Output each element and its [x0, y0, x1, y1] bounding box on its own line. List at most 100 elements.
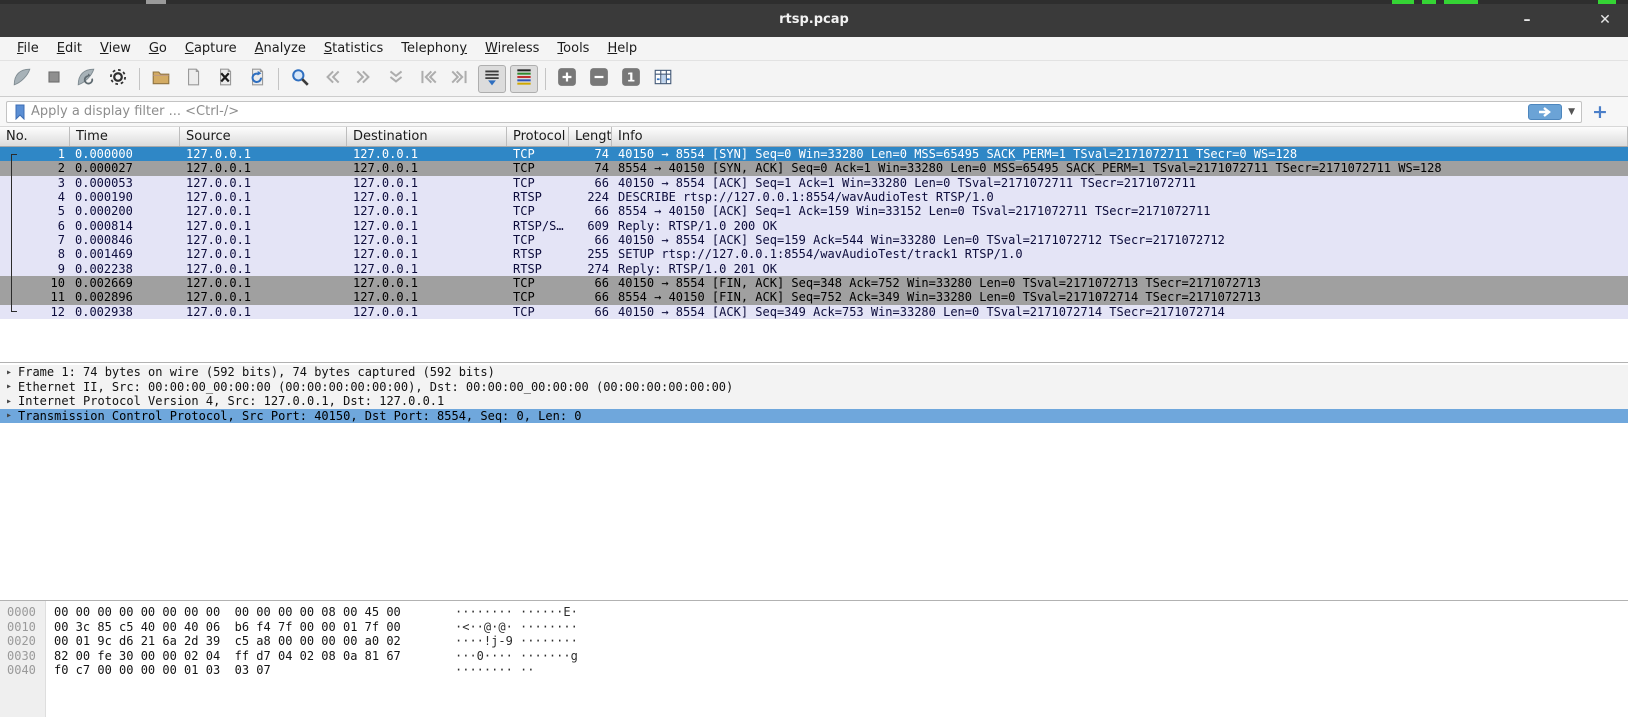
- column-header-time[interactable]: Time: [70, 127, 180, 146]
- cell-info: 40150 → 8554 [FIN, ACK] Seq=348 Ack=752 …: [612, 276, 1628, 290]
- auto-scroll-button[interactable]: [478, 65, 506, 93]
- save-file-button[interactable]: [179, 65, 207, 93]
- zoom-in-button[interactable]: [553, 65, 581, 93]
- cell-protocol: TCP: [507, 204, 569, 218]
- column-header-no[interactable]: No.: [0, 127, 70, 146]
- cell-destination: 127.0.0.1: [347, 305, 507, 319]
- reload-file-button[interactable]: [243, 65, 271, 93]
- hex-row[interactable]: 002000 01 9c d6 21 6a 2d 39 c5 a8 00 00 …: [0, 634, 1628, 649]
- cell-info: 8554 → 40150 [ACK] Seq=1 Ack=159 Win=331…: [612, 204, 1628, 218]
- file-reload-icon: [247, 67, 267, 91]
- minimize-button[interactable]: –: [1514, 10, 1540, 30]
- go-back-button[interactable]: [318, 65, 346, 93]
- packet-row[interactable]: 10.000000127.0.0.1127.0.0.1TCP7440150 → …: [0, 147, 1628, 161]
- column-header-length[interactable]: Length: [569, 127, 612, 146]
- shark-fin-icon: [12, 67, 32, 91]
- expand-arrow-icon[interactable]: ▸: [0, 410, 18, 421]
- autoscroll-icon: [482, 67, 502, 91]
- apply-filter-button[interactable]: [1528, 104, 1562, 120]
- packet-row[interactable]: 90.002238127.0.0.1127.0.0.1RTSP274Reply:…: [0, 262, 1628, 276]
- cell-source: 127.0.0.1: [180, 219, 347, 233]
- hex-offset: 0040: [0, 663, 46, 678]
- hex-bytes: f0 c7 00 00 00 00 01 03 03 07: [54, 663, 449, 678]
- menu-statistics[interactable]: Statistics: [315, 38, 392, 59]
- cell-info: 40150 → 8554 [ACK] Seq=159 Ack=544 Win=3…: [612, 233, 1628, 247]
- cell-time: 0.002669: [70, 276, 180, 290]
- packet-row[interactable]: 50.000200127.0.0.1127.0.0.1TCP668554 → 4…: [0, 204, 1628, 218]
- go-forward-button[interactable]: [350, 65, 378, 93]
- display-filter-input[interactable]: [31, 104, 1528, 119]
- close-file-button[interactable]: [211, 65, 239, 93]
- menu-tools[interactable]: Tools: [548, 38, 598, 59]
- go-to-packet-button[interactable]: [382, 65, 410, 93]
- cell-source: 127.0.0.1: [180, 233, 347, 247]
- packet-row[interactable]: 40.000190127.0.0.1127.0.0.1RTSP224DESCRI…: [0, 190, 1628, 204]
- packet-row[interactable]: 20.000027127.0.0.1127.0.0.1TCP748554 → 4…: [0, 161, 1628, 175]
- find-packet-button[interactable]: [286, 65, 314, 93]
- hex-offset: 0000: [0, 605, 46, 620]
- detail-row[interactable]: ▸Ethernet II, Src: 00:00:00_00:00:00 (00…: [0, 380, 1628, 395]
- zoom-100-button[interactable]: 1: [617, 65, 645, 93]
- hex-row[interactable]: 001000 3c 85 c5 40 00 40 06 b6 f4 7f 00 …: [0, 620, 1628, 635]
- colorize-packets-button[interactable]: [510, 65, 538, 93]
- cell-protocol: TCP: [507, 233, 569, 247]
- expand-arrow-icon[interactable]: ▸: [0, 381, 18, 392]
- restart-capture-button[interactable]: [72, 65, 100, 93]
- detail-row[interactable]: ▸Transmission Control Protocol, Src Port…: [0, 409, 1628, 424]
- column-header-info[interactable]: Info: [612, 127, 1628, 146]
- column-header-source[interactable]: Source: [180, 127, 347, 146]
- add-filter-button-icon[interactable]: +: [1592, 102, 1608, 122]
- packet-row[interactable]: 60.000814127.0.0.1127.0.0.1RTSP/S…609Rep…: [0, 219, 1628, 233]
- hex-row[interactable]: 003082 00 fe 30 00 00 02 04 ff d7 04 02 …: [0, 649, 1628, 664]
- cell-destination: 127.0.0.1: [347, 147, 507, 161]
- detail-row[interactable]: ▸Frame 1: 74 bytes on wire (592 bits), 7…: [0, 365, 1628, 380]
- expand-arrow-icon[interactable]: ▸: [0, 367, 18, 378]
- cell-length: 224: [569, 190, 612, 204]
- filter-bookmark-icon[interactable]: [13, 104, 27, 120]
- capture-options-button[interactable]: [104, 65, 132, 93]
- packet-row[interactable]: 80.001469127.0.0.1127.0.0.1RTSP255SETUP …: [0, 247, 1628, 261]
- detail-row[interactable]: ▸Internet Protocol Version 4, Src: 127.0…: [0, 394, 1628, 409]
- toolbar-separator: [278, 68, 279, 90]
- stop-capture-button[interactable]: [40, 65, 68, 93]
- menu-go[interactable]: Go: [140, 38, 176, 59]
- last-packet-button[interactable]: [446, 65, 474, 93]
- packet-row[interactable]: 100.002669127.0.0.1127.0.0.1TCP6640150 →…: [0, 276, 1628, 290]
- menu-edit[interactable]: Edit: [48, 38, 91, 59]
- zoom-one-icon: 1: [621, 67, 641, 91]
- chevrons-down-icon: [386, 67, 406, 91]
- menu-telephony[interactable]: Telephony: [392, 38, 476, 59]
- packet-row[interactable]: 110.002896127.0.0.1127.0.0.1TCP668554 → …: [0, 290, 1628, 304]
- cell-source: 127.0.0.1: [180, 290, 347, 304]
- menu-view[interactable]: View: [91, 38, 140, 59]
- cell-destination: 127.0.0.1: [347, 262, 507, 276]
- packet-row[interactable]: 30.000053127.0.0.1127.0.0.1TCP6640150 → …: [0, 176, 1628, 190]
- column-header-protocol[interactable]: Protocol: [507, 127, 569, 146]
- expand-arrow-icon[interactable]: ▸: [0, 396, 18, 407]
- close-button[interactable]: ✕: [1592, 10, 1618, 30]
- hex-dump-pane: 000000 00 00 00 00 00 00 00 00 00 00 00 …: [0, 601, 1628, 717]
- packet-row[interactable]: 120.002938127.0.0.1127.0.0.1TCP6640150 →…: [0, 305, 1628, 319]
- filter-dropdown-caret-icon[interactable]: ▼: [1568, 107, 1575, 117]
- menu-wireless[interactable]: Wireless: [476, 38, 548, 59]
- zoom-out-button[interactable]: [585, 65, 613, 93]
- menu-help[interactable]: Help: [598, 38, 646, 59]
- start-capture-button[interactable]: [8, 65, 36, 93]
- open-file-button[interactable]: [147, 65, 175, 93]
- menu-capture[interactable]: Capture: [176, 38, 246, 59]
- column-header-destination[interactable]: Destination: [347, 127, 507, 146]
- menu-file[interactable]: File: [8, 38, 48, 59]
- cell-time: 0.002238: [70, 262, 180, 276]
- cell-protocol: TCP: [507, 290, 569, 304]
- hex-row[interactable]: 000000 00 00 00 00 00 00 00 00 00 00 00 …: [0, 605, 1628, 620]
- cell-time: 0.002896: [70, 290, 180, 304]
- titlebar: rtsp.pcap – ✕: [0, 4, 1628, 37]
- packet-row[interactable]: 70.000846127.0.0.1127.0.0.1TCP6640150 → …: [0, 233, 1628, 247]
- cell-destination: 127.0.0.1: [347, 219, 507, 233]
- menu-analyze[interactable]: Analyze: [246, 38, 315, 59]
- resize-columns-button[interactable]: [649, 65, 677, 93]
- hex-row[interactable]: 0040f0 c7 00 00 00 00 01 03 03 07·······…: [0, 663, 1628, 678]
- packet-list-empty-area: [0, 319, 1628, 363]
- display-filter-box[interactable]: ▼: [6, 101, 1582, 123]
- first-packet-button[interactable]: [414, 65, 442, 93]
